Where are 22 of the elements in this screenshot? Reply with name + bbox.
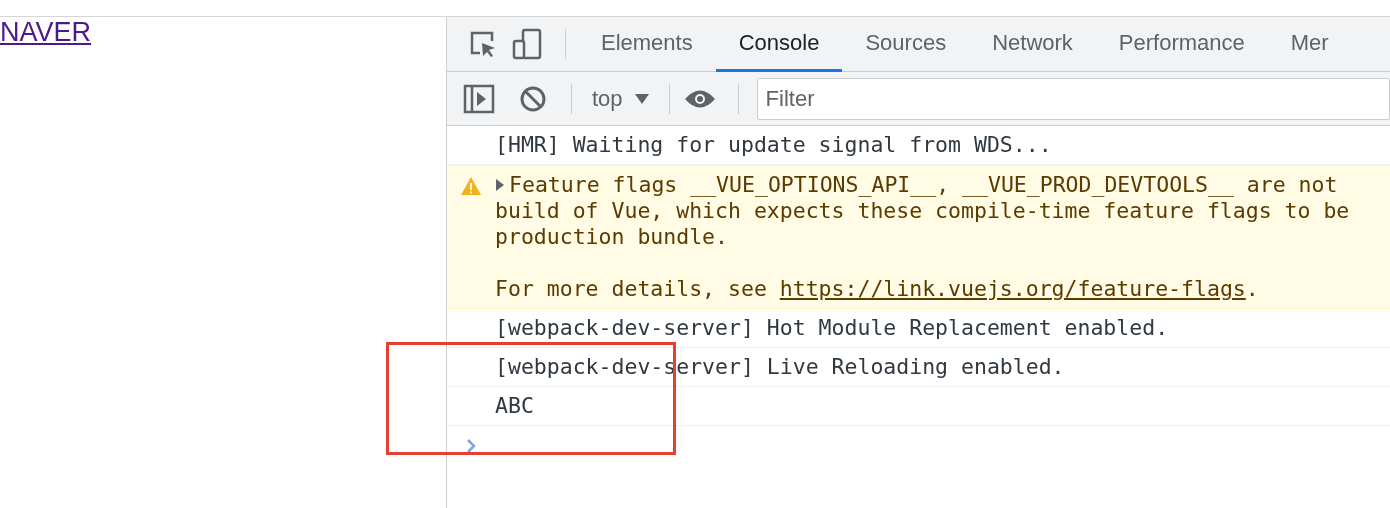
- panel-tab[interactable]: Sources: [842, 17, 970, 72]
- panel-tab[interactable]: Mer: [1267, 17, 1352, 72]
- caret-right-icon[interactable]: [495, 178, 505, 192]
- sidebar-toggle-icon[interactable]: [463, 83, 495, 114]
- console-message: ABC: [495, 393, 534, 419]
- context-select[interactable]: top: [584, 85, 657, 112]
- console-message: [webpack-dev-server] Hot Module Replacement enabled.: [495, 315, 1169, 341]
- caret-down-icon: [634, 92, 649, 105]
- prompt-chevron-icon: [466, 438, 476, 454]
- clear-console-icon[interactable]: [519, 84, 547, 113]
- details-text: For more details, see https://link.vuejs.org/feature-flags.: [495, 276, 1260, 302]
- panel-tab[interactable]: Performance: [1095, 17, 1268, 72]
- filter-field[interactable]: Filter: [756, 77, 1390, 120]
- naver-link[interactable]: NAVER: [0, 17, 92, 47]
- panel-tab[interactable]: Network: [969, 17, 1096, 72]
- console-message: [HMR] Waiting for update signal from WDS...: [495, 132, 1052, 158]
- feature-flags-link[interactable]: https://link.vuejs.org/feature-flags: [779, 276, 1246, 301]
- warning-message: build of Vue, which expects these compile-time feature flags to be production bundle.: [495, 198, 1350, 250]
- device-toolbar-icon[interactable]: [511, 28, 543, 60]
- warning-message: Feature flags __VUE_OPTIONS_API__, __VUE_PROD_DEVTOOLS__ are not: [509, 172, 1338, 198]
- warning-icon: [460, 176, 482, 196]
- panel-tab[interactable]: Elements: [578, 17, 716, 72]
